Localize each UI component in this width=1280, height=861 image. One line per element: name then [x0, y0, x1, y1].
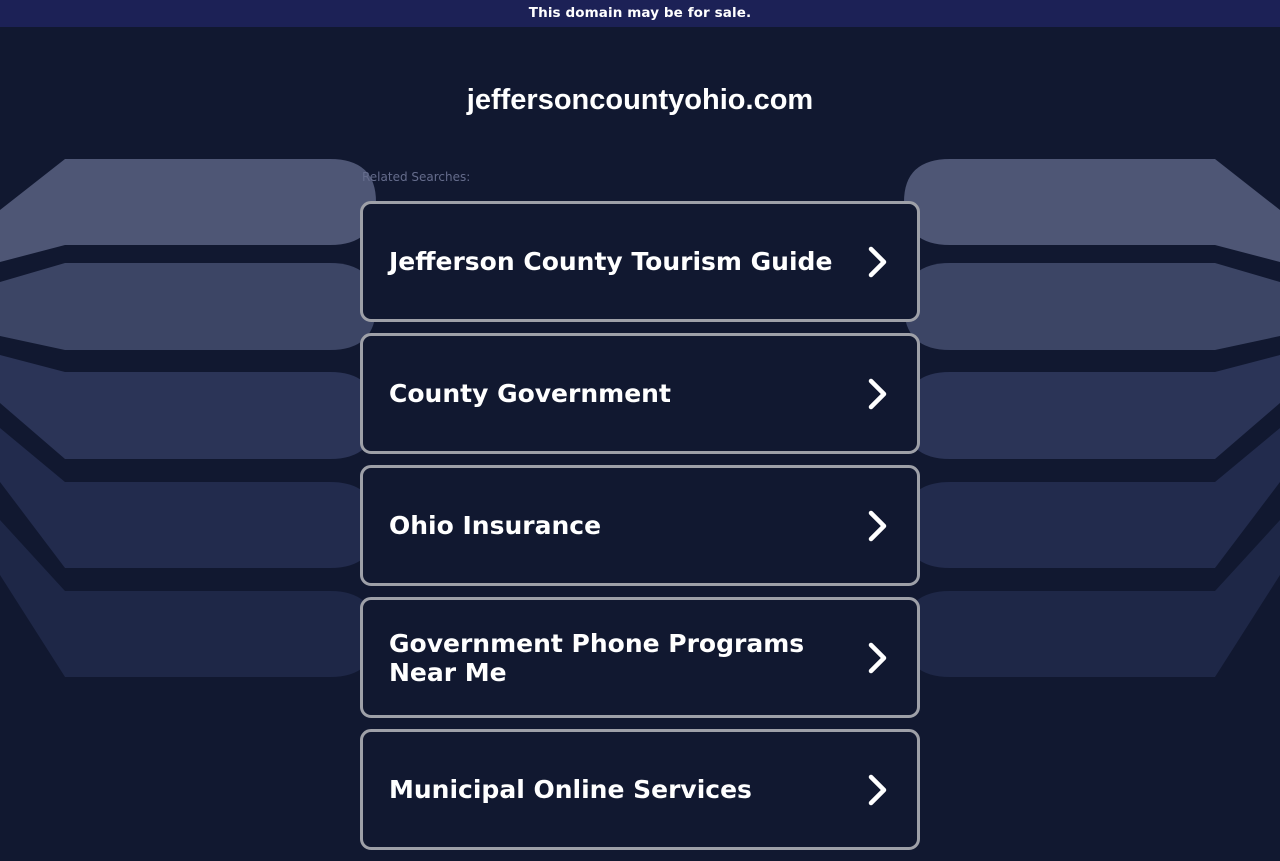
related-search-item[interactable]: Government Phone Programs Near Me — [360, 597, 920, 718]
chevron-right-icon — [868, 642, 887, 673]
related-search-label: Jefferson County Tourism Guide — [389, 247, 833, 276]
chevron-right-icon — [868, 378, 887, 409]
for-sale-banner[interactable]: This domain may be for sale. — [0, 0, 1280, 27]
chevron-right-icon — [868, 510, 887, 541]
domain-title: jeffersoncountyohio.com — [466, 84, 814, 116]
chevron-right-icon — [868, 774, 887, 805]
related-search-label: Government Phone Programs Near Me — [389, 628, 805, 687]
banner-text[interactable]: This domain may be for sale. — [529, 5, 751, 21]
related-searches-list: Jefferson County Tourism Guide County Go… — [360, 201, 920, 861]
related-searches-label: Related Searches: — [362, 170, 471, 184]
related-search-label: County Government — [389, 379, 671, 408]
chevron-right-icon — [868, 246, 887, 277]
related-search-label: Ohio Insurance — [389, 511, 602, 540]
related-search-item[interactable]: Jefferson County Tourism Guide — [360, 201, 920, 322]
related-search-item[interactable]: Municipal Online Services — [360, 729, 920, 850]
related-search-item[interactable]: County Government — [360, 333, 920, 454]
related-search-item[interactable]: Ohio Insurance — [360, 465, 920, 586]
